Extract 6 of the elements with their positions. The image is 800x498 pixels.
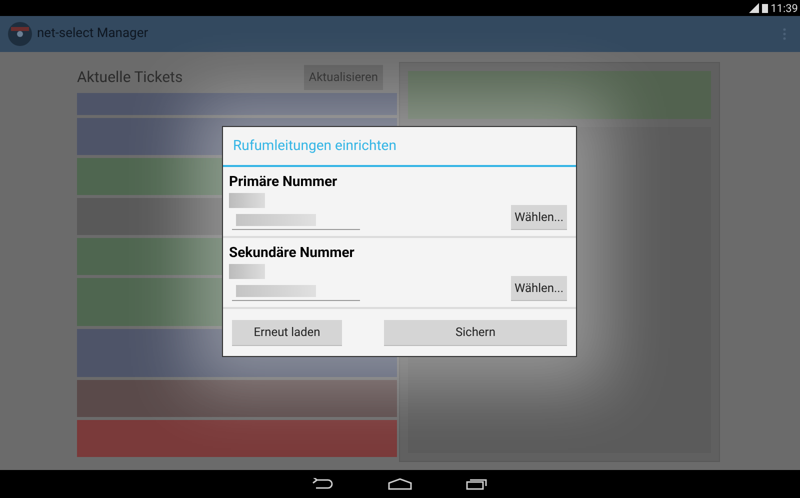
clock-time: 11:39	[770, 2, 798, 14]
section-heading: Sekundäre Nummer	[229, 244, 356, 262]
app-title: net-select Manager	[37, 25, 148, 44]
section-title: Aktuelle Tickets	[77, 66, 183, 88]
dialog-title: Rufumleitungen einrichten	[233, 136, 396, 156]
section-heading: Primäre Nummer	[229, 173, 338, 191]
